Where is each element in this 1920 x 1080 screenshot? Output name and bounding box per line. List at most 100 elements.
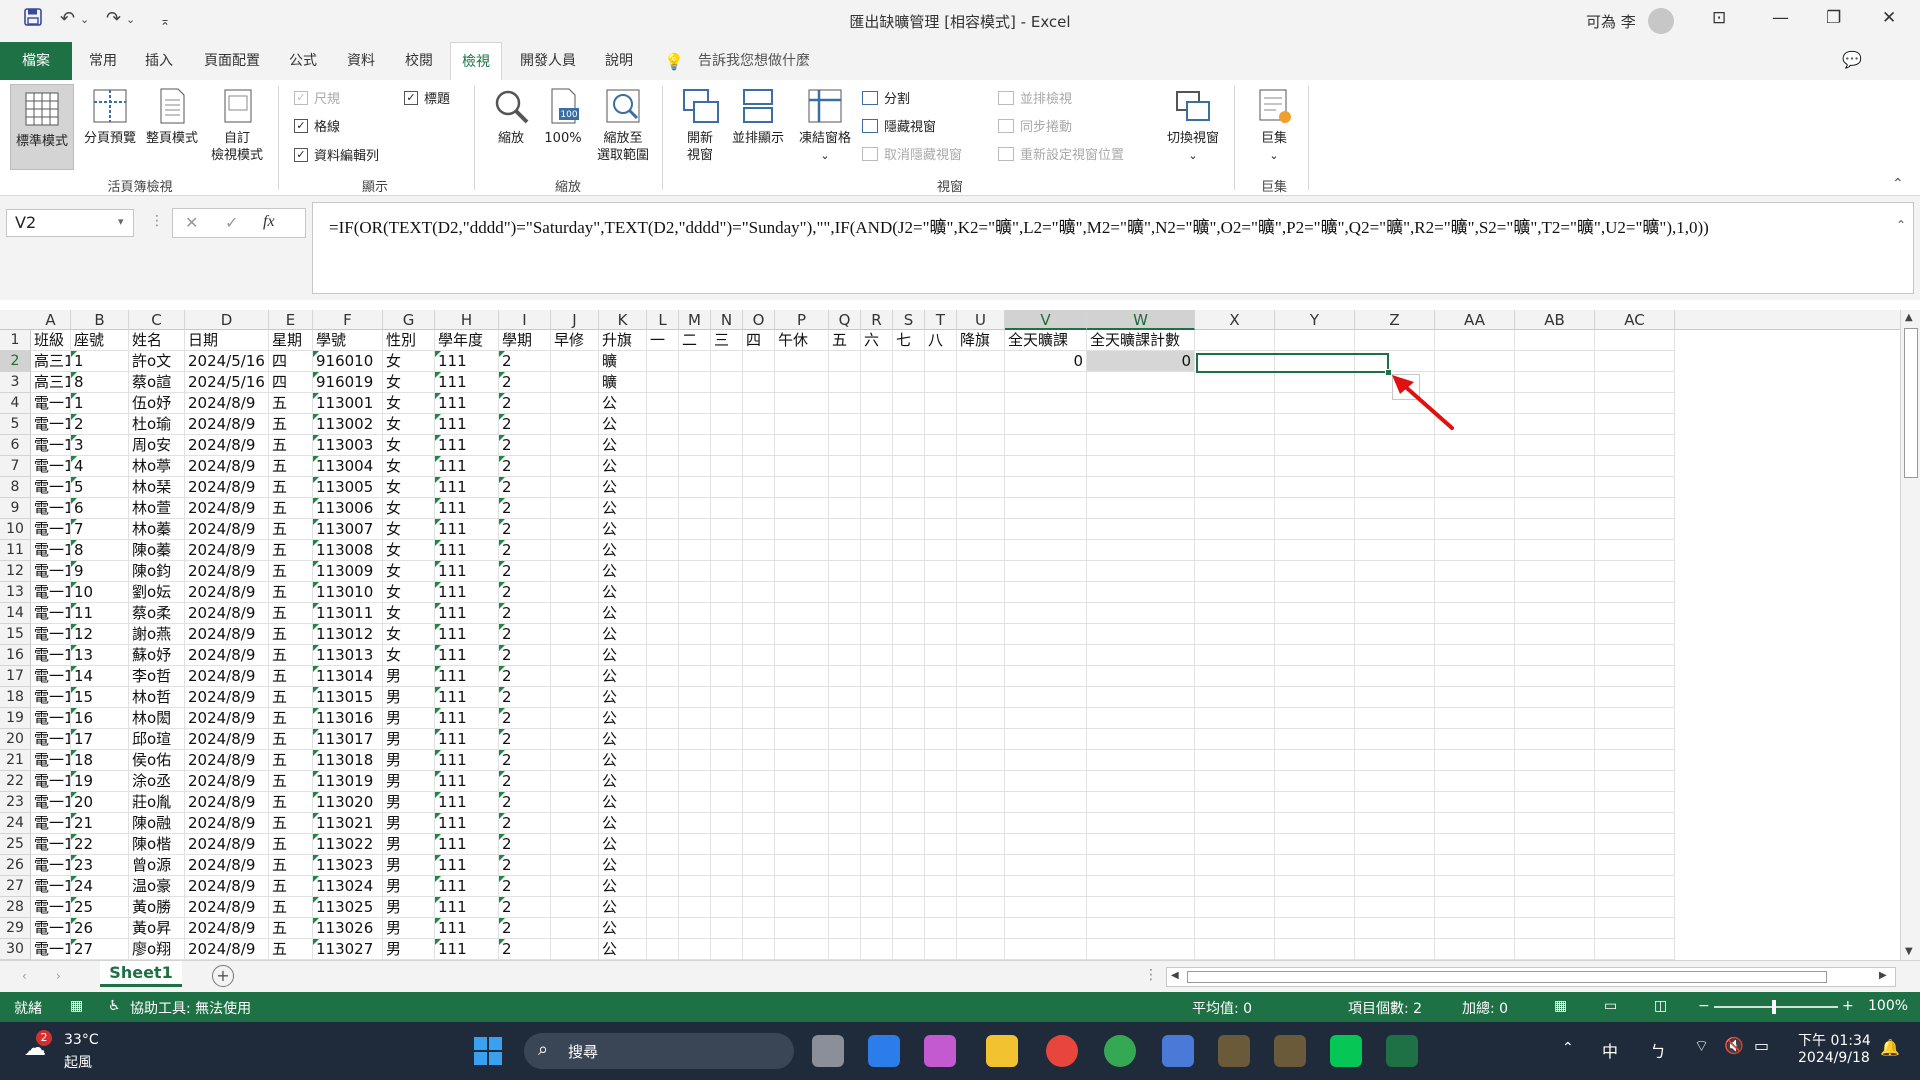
tab-review[interactable]: 校閱 (396, 42, 442, 80)
table-cell[interactable]: 女 (383, 477, 435, 498)
column-header-m[interactable]: M (679, 310, 711, 330)
table-cell[interactable] (743, 687, 775, 708)
table-cell[interactable] (1005, 582, 1087, 603)
header-cell[interactable]: 七 (893, 330, 925, 351)
table-cell[interactable]: 伍o妤 (129, 393, 185, 414)
table-cell[interactable] (1005, 876, 1087, 897)
table-cell[interactable] (647, 561, 679, 582)
table-cell[interactable]: 111 (435, 498, 499, 519)
table-cell[interactable]: 公 (599, 918, 647, 939)
table-cell[interactable]: 111 (435, 435, 499, 456)
table-cell[interactable]: 公 (599, 939, 647, 960)
row-header[interactable]: 28 (0, 897, 31, 918)
table-cell[interactable] (743, 414, 775, 435)
table-cell[interactable]: 高三1 (31, 372, 71, 393)
table-cell[interactable] (1087, 519, 1195, 540)
table-cell[interactable]: 2024/8/9 (185, 876, 269, 897)
table-cell[interactable] (1595, 855, 1675, 876)
table-cell[interactable]: 2024/8/9 (185, 477, 269, 498)
header-cell[interactable]: 姓名 (129, 330, 185, 351)
table-cell[interactable]: 男 (383, 792, 435, 813)
table-cell[interactable] (551, 540, 599, 561)
table-cell[interactable] (679, 435, 711, 456)
table-cell[interactable] (861, 603, 893, 624)
table-cell[interactable] (679, 750, 711, 771)
copilot-icon[interactable] (924, 1035, 956, 1067)
row-header[interactable]: 1 (0, 330, 31, 351)
table-cell[interactable]: 111 (435, 393, 499, 414)
next-sheet-icon[interactable]: › (56, 969, 61, 983)
table-cell[interactable] (1087, 897, 1195, 918)
table-cell[interactable] (1435, 498, 1515, 519)
table-cell[interactable] (861, 372, 893, 393)
row-header[interactable]: 17 (0, 666, 31, 687)
table-cell[interactable]: 113018 (313, 750, 383, 771)
table-cell[interactable] (551, 918, 599, 939)
table-cell[interactable]: 林o蓁 (129, 519, 185, 540)
table-cell[interactable] (893, 645, 925, 666)
table-cell[interactable] (1005, 435, 1087, 456)
table-cell[interactable]: 2 (499, 918, 551, 939)
column-header-b[interactable]: B (71, 310, 129, 330)
row-header[interactable]: 14 (0, 603, 31, 624)
table-cell[interactable] (711, 897, 743, 918)
column-header-aa[interactable]: AA (1435, 310, 1515, 330)
table-cell[interactable] (1355, 939, 1435, 960)
row-header[interactable]: 6 (0, 435, 31, 456)
table-cell[interactable]: 2024/8/9 (185, 519, 269, 540)
table-cell[interactable]: 蘇o妤 (129, 645, 185, 666)
table-cell[interactable] (861, 351, 893, 372)
table-cell[interactable]: 2 (499, 876, 551, 897)
table-cell[interactable]: 公 (599, 813, 647, 834)
table-cell[interactable] (1275, 687, 1355, 708)
table-cell[interactable] (551, 687, 599, 708)
table-cell[interactable] (957, 834, 1005, 855)
table-cell[interactable] (743, 750, 775, 771)
table-cell[interactable] (743, 645, 775, 666)
ime-indicator[interactable]: 中 (1602, 1038, 1618, 1062)
table-cell[interactable]: 林o閎 (129, 708, 185, 729)
table-cell[interactable] (1005, 666, 1087, 687)
table-cell[interactable] (1195, 855, 1275, 876)
table-cell[interactable]: 2 (499, 561, 551, 582)
table-cell[interactable]: 男 (383, 939, 435, 960)
table-cell[interactable] (925, 498, 957, 519)
table-cell[interactable] (1515, 729, 1595, 750)
table-cell[interactable] (1595, 897, 1675, 918)
table-cell[interactable]: 2 (499, 939, 551, 960)
table-cell[interactable] (925, 834, 957, 855)
table-cell[interactable]: 11 (71, 603, 129, 624)
table-cell[interactable] (1355, 729, 1435, 750)
table-cell[interactable] (1595, 603, 1675, 624)
table-cell[interactable]: 2024/8/9 (185, 708, 269, 729)
table-cell[interactable]: 五 (269, 498, 313, 519)
table-cell[interactable] (829, 540, 861, 561)
table-cell[interactable]: 2 (499, 834, 551, 855)
table-cell[interactable] (1087, 624, 1195, 645)
table-cell[interactable] (551, 939, 599, 960)
zoom-button[interactable]: 縮放 (486, 86, 536, 147)
table-cell[interactable] (1435, 645, 1515, 666)
table-cell[interactable] (711, 561, 743, 582)
table-cell[interactable] (647, 372, 679, 393)
table-cell[interactable] (711, 918, 743, 939)
table-cell[interactable] (1275, 645, 1355, 666)
ribbon-display-icon[interactable]: ⊡ (1712, 8, 1726, 28)
table-cell[interactable]: 曠 (599, 372, 647, 393)
table-cell[interactable]: 113019 (313, 771, 383, 792)
table-cell[interactable]: 111 (435, 729, 499, 750)
table-cell[interactable]: 公 (599, 792, 647, 813)
row-header[interactable]: 19 (0, 708, 31, 729)
table-cell[interactable]: 温o豪 (129, 876, 185, 897)
table-cell[interactable]: 2024/8/9 (185, 855, 269, 876)
table-cell[interactable]: 0 (1005, 351, 1087, 372)
table-cell[interactable] (1275, 666, 1355, 687)
table-cell[interactable] (775, 855, 829, 876)
table-cell[interactable] (957, 351, 1005, 372)
table-cell[interactable] (925, 540, 957, 561)
table-cell[interactable]: 2 (499, 372, 551, 393)
table-cell[interactable]: 公 (599, 855, 647, 876)
table-cell[interactable] (1195, 687, 1275, 708)
row-header[interactable]: 25 (0, 834, 31, 855)
windows-start-icon[interactable] (472, 1035, 504, 1067)
